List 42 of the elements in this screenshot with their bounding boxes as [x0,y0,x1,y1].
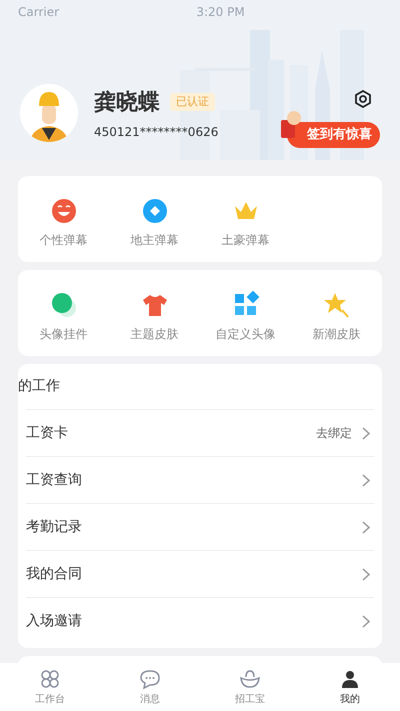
chevron-icon [362,614,370,628]
user-name: 龚晓蝶 [94,88,160,116]
grid-icon [39,668,61,690]
settings-icon[interactable] [354,90,372,108]
carrier-text: Carrier [18,4,60,21]
menu-row[interactable]: 我的合同 [26,550,374,597]
feature-item[interactable]: 土豪弹幕 [200,196,291,250]
tab[interactable]: 招工宝 [200,663,300,711]
feature-item[interactable]: 地主弹幕 [109,196,200,250]
tab[interactable]: 消息 [100,663,200,711]
feature-item[interactable]: 个性弹幕 [18,196,109,250]
menu-row[interactable]: 入场邀请 [26,597,374,644]
row-label: 入场邀请 [26,612,82,630]
feature-item[interactable]: 自定义头像 [200,290,291,344]
chevron-icon [362,520,370,534]
feature-item[interactable]: 头像挂件 [18,290,109,344]
checkin-button[interactable]: 签到有惊喜 [287,122,380,148]
tab[interactable]: 工作台 [0,663,100,711]
circle-icon [50,291,78,319]
tab[interactable]: 我的 [300,663,400,711]
verified-badge: 已认证 [170,92,215,112]
row-action: 去绑定 [316,425,352,442]
ingot-icon [239,668,261,690]
star-icon [322,291,350,319]
smiley-icon [50,197,78,225]
chat-icon [139,668,161,690]
row-label: 考勤记录 [26,518,82,536]
coin-icon [140,197,168,225]
row-label: 工资卡 [26,424,68,442]
time-text: 3:20 PM [196,4,245,21]
chevron-icon [362,426,370,440]
menu-row[interactable]: 工资卡 去绑定 [26,409,374,456]
id-number: 450121********0626 [94,124,218,140]
chevron-icon [362,474,370,486]
row-label: 我的合同 [26,564,82,584]
feature-item[interactable]: 主题皮肤 [109,290,200,344]
menu-row[interactable]: 工资查询 [26,456,374,503]
chevron-icon [362,568,370,580]
section-title: 的工作 [18,377,61,396]
menu-row[interactable]: 考勤记录 [26,503,374,550]
feature-item[interactable]: 新潮皮肤 [291,290,382,344]
row-label: 工资查询 [26,470,82,490]
